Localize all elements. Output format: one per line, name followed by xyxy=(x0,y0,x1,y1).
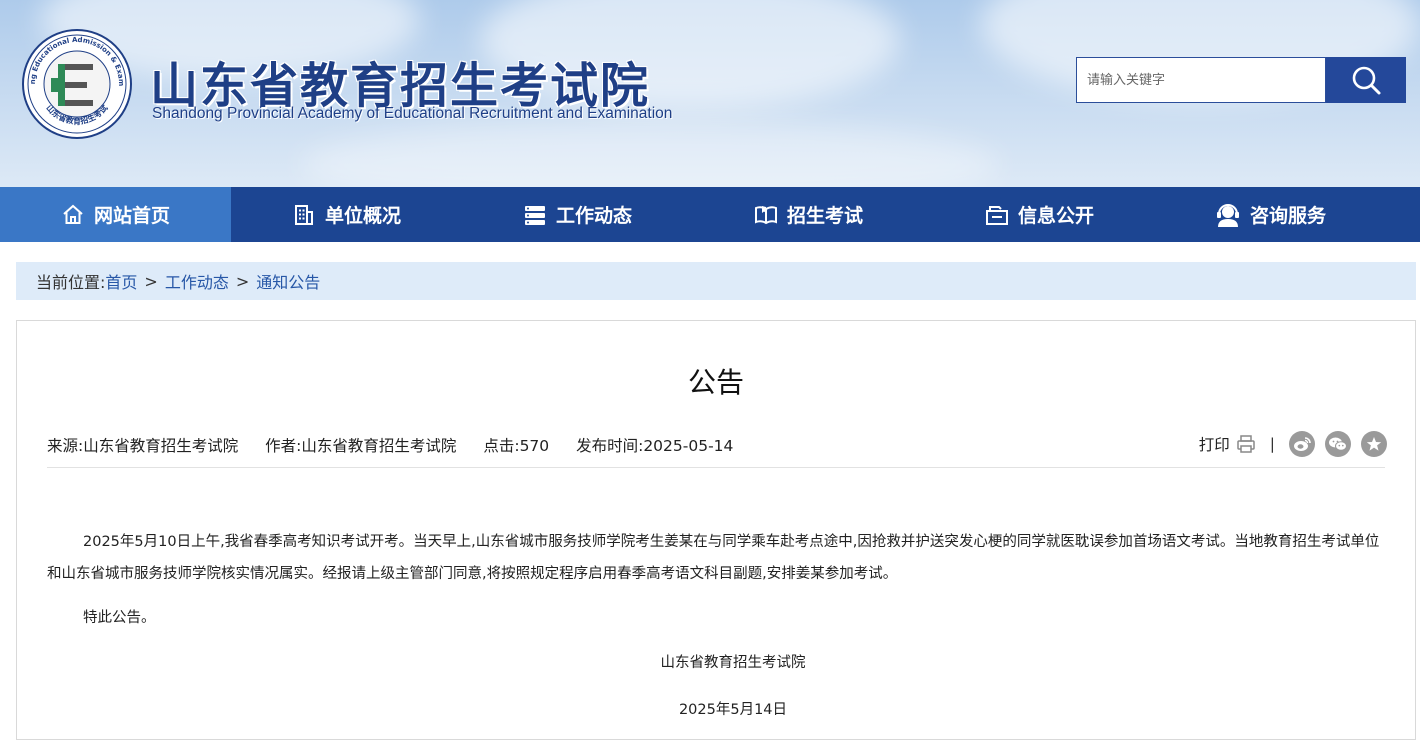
search-input[interactable] xyxy=(1076,57,1326,103)
nav-item-label: 单位概况 xyxy=(324,205,401,227)
share-favorite-button[interactable] xyxy=(1361,431,1387,457)
nav-item-consult[interactable]: 咨询服务 xyxy=(1155,187,1386,242)
headset-icon xyxy=(1216,203,1239,227)
article-title: 公告 xyxy=(687,366,744,399)
star-icon xyxy=(1366,437,1382,451)
weibo-icon xyxy=(1294,437,1311,451)
breadcrumb-news-link[interactable]: 工作动态 xyxy=(165,269,229,293)
printer-icon xyxy=(1237,435,1255,453)
tools-divider: | xyxy=(1269,435,1275,453)
site-subtitle: Shandong Provincial Academy of Education… xyxy=(152,105,673,122)
nav-item-label: 咨询服务 xyxy=(1249,205,1326,227)
search-button[interactable] xyxy=(1326,57,1406,103)
header-cloud xyxy=(300,120,1000,187)
book-icon xyxy=(754,205,777,224)
nav-item-disclosure[interactable]: 信息公开 xyxy=(924,187,1155,242)
wechat-icon xyxy=(1329,437,1347,451)
list-icon xyxy=(524,205,545,225)
nav-item-label: 工作动态 xyxy=(555,205,632,227)
nav-item-news[interactable]: 工作动态 xyxy=(462,187,693,242)
article-sign-date: 2025年5月14日 xyxy=(678,702,788,718)
meta-divider xyxy=(47,467,1385,468)
article-body: 2025年5月10日上午,我省春季高考知识考试开考。当天早上,山东省城市服务技师… xyxy=(47,526,1387,634)
nav-item-label: 招生考试 xyxy=(786,205,863,227)
magnifier-icon xyxy=(1352,66,1381,95)
home-icon xyxy=(63,204,83,224)
article-date: 发布时间:2025-05-14 xyxy=(576,437,734,455)
building-icon xyxy=(294,204,313,225)
breadcrumb-separator: > xyxy=(235,271,250,291)
breadcrumb: 当前位置: 首页 > 工作动态 > 通知公告 xyxy=(16,262,1416,300)
article-paragraph: 特此公告。 xyxy=(83,610,156,626)
article-paragraph: 2025年5月10日上午,我省春季高考知识考试开考。当天早上,山东省城市服务技师… xyxy=(47,534,1380,582)
nav-item-about[interactable]: 单位概况 xyxy=(231,187,462,242)
nav-item-label: 网站首页 xyxy=(93,205,170,227)
share-wechat-button[interactable] xyxy=(1325,431,1351,457)
article-source: 来源:山东省教育招生考试院 xyxy=(47,437,239,455)
print-label: 打印 xyxy=(1198,436,1230,454)
nav-item-home[interactable]: 网站首页 xyxy=(0,187,231,242)
print-button[interactable]: 打印 xyxy=(1199,433,1256,455)
site-logo-emblem[interactable]: Shandong Educational Admission & Examina… xyxy=(21,28,133,140)
article-panel: 公告 来源:山东省教育招生考试院 作者:山东省教育招生考试院 点击:570 发布… xyxy=(16,320,1416,740)
article-signature: 山东省教育招生考试院 xyxy=(660,655,806,671)
breadcrumb-prefix: 当前位置: xyxy=(36,273,106,292)
article-author: 作者:山东省教育招生考试院 xyxy=(265,437,457,455)
share-weibo-button[interactable] xyxy=(1289,431,1315,457)
article-tools: 打印 | xyxy=(1199,431,1387,457)
breadcrumb-notices-link[interactable]: 通知公告 xyxy=(256,269,320,293)
article-clicks: 点击:570 xyxy=(483,437,550,455)
nav-item-label: 信息公开 xyxy=(1017,205,1094,227)
article-meta: 来源:山东省教育招生考试院 作者:山东省教育招生考试院 点击:570 发布时间:… xyxy=(47,434,733,456)
site-header: Shandong Educational Admission & Examina… xyxy=(0,0,1420,187)
folder-icon xyxy=(985,205,1008,225)
main-nav: 网站首页 单位概况 工作动态 招生考试 信息公开 咨询服务 xyxy=(0,187,1420,242)
breadcrumb-separator: > xyxy=(144,271,158,291)
nav-item-exams[interactable]: 招生考试 xyxy=(693,187,924,242)
breadcrumb-home-link[interactable]: 首页 xyxy=(105,269,137,293)
search-box xyxy=(1076,57,1406,103)
